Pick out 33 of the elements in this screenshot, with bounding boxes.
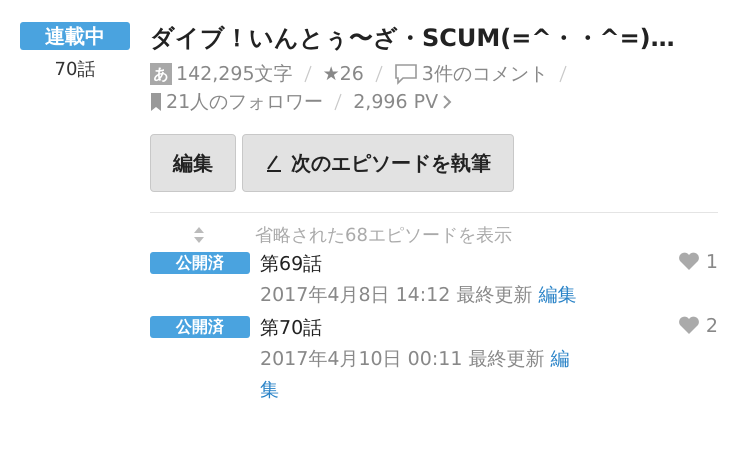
edit-link[interactable]: 編 <box>550 344 570 375</box>
updated-time: 2017年4月8日 14:12 最終更新 <box>260 283 532 308</box>
like-count: 2 <box>706 315 718 337</box>
edit-link[interactable]: 集 <box>260 375 645 406</box>
stat-text: 21人のフォロワー <box>166 90 324 115</box>
status-badge: 連載中 <box>20 22 130 50</box>
bookmark-icon <box>150 92 162 112</box>
slash-separator-icon <box>558 65 568 83</box>
work-title[interactable]: ダイブ！いんとぅ〜ざ・SCUM(=^・・^=)… <box>150 22 720 54</box>
heart-icon[interactable] <box>678 251 700 271</box>
stat-text: 3件のコメント <box>422 62 548 87</box>
speech-bubble-icon <box>394 63 418 85</box>
episode-title[interactable]: 第70話 <box>260 313 645 344</box>
episode-title[interactable]: 第69話 <box>260 249 645 280</box>
like-count: 1 <box>706 251 718 273</box>
expand-arrows-icon[interactable] <box>193 225 205 245</box>
stat-text: 142,295文字 <box>176 62 293 87</box>
updated-time: 2017年4月10日 00:11 最終更新 <box>260 347 544 372</box>
slash-separator-icon <box>333 93 344 111</box>
edit-link[interactable]: 編集 <box>538 280 576 311</box>
edit-button[interactable]: 編集 <box>150 134 236 192</box>
heart-icon[interactable] <box>678 315 700 335</box>
episode-count: 70話 <box>54 58 96 82</box>
write-episode-button[interactable]: 次のエピソードを執筆 <box>242 134 514 192</box>
chevron-right-icon <box>442 94 452 110</box>
stat-text: 2,996 PV <box>353 90 438 115</box>
slash-separator-icon <box>374 65 384 83</box>
published-badge: 公開済 <box>150 316 250 338</box>
published-badge: 公開済 <box>150 252 250 274</box>
pen-icon <box>265 153 283 173</box>
text-count-icon: あ <box>150 63 172 85</box>
stat-text: ★26 <box>322 62 364 87</box>
slash-separator-icon <box>302 65 313 83</box>
